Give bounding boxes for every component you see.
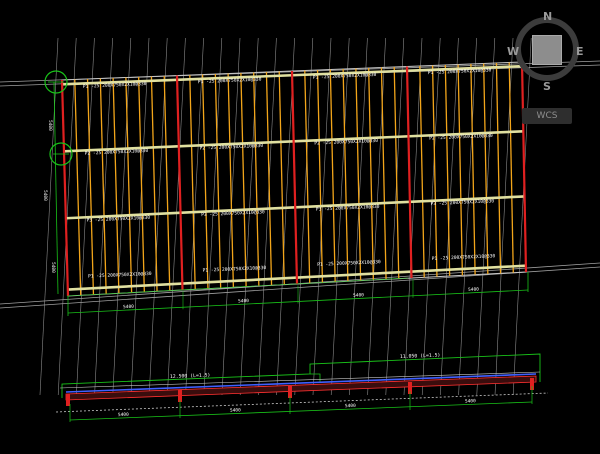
- drawing-canvas: P1 -25 200X750X2X10@330 P1 -25 200X750X2X…: [0, 37, 600, 422]
- joist: [380, 67, 387, 280]
- joist: [150, 76, 158, 292]
- joist: [393, 66, 400, 279]
- compass-east-label[interactable]: E: [576, 45, 584, 58]
- beam-label: P1 -25 200X750X2X10@330: [432, 253, 496, 262]
- joist: [214, 73, 222, 289]
- beam-label: P1 -25 200X750X2X10@330: [317, 259, 381, 268]
- joist: [163, 75, 171, 291]
- joist: [329, 69, 336, 283]
- grid-line: [312, 37, 332, 396]
- section-outline: [310, 373, 321, 382]
- viewcube[interactable]: [532, 35, 562, 65]
- grid-line: [421, 37, 441, 396]
- joist: [253, 72, 260, 287]
- joist: [265, 71, 273, 286]
- joist: [495, 62, 502, 274]
- compass-west-label[interactable]: W: [507, 45, 519, 58]
- section-dimension-label: 5400: [345, 403, 356, 409]
- joist: [278, 71, 285, 285]
- joist: [508, 62, 514, 273]
- compass-south-label[interactable]: S: [543, 80, 551, 93]
- grid-line: [440, 37, 459, 396]
- side-dimension-label: 5400: [47, 120, 53, 131]
- joist: [74, 79, 82, 296]
- joist: [444, 64, 451, 277]
- grid-line: [476, 37, 496, 396]
- grid-line: [349, 37, 368, 396]
- joist: [125, 77, 133, 293]
- section-dimension-label: 5400: [465, 398, 476, 404]
- joist: [470, 63, 476, 275]
- joist: [419, 65, 425, 278]
- girder: [520, 61, 528, 273]
- dimension-label: 5400: [353, 292, 364, 299]
- joist: [201, 74, 209, 289]
- girder: [290, 70, 299, 285]
- dimension-label: 5400: [238, 298, 249, 305]
- joist: [457, 64, 464, 276]
- section-column: [66, 394, 70, 406]
- side-dimension-label: 5400: [50, 262, 56, 273]
- girder: [405, 66, 413, 279]
- grid-line: [367, 37, 386, 396]
- beam-label: P1 -25 200X750X2X10@330: [203, 265, 267, 274]
- side-dimension-label: 5400: [42, 190, 48, 201]
- section-dimension-label: 5400: [230, 407, 241, 413]
- joist: [342, 68, 349, 282]
- framing-section: 540054005400540012.500 (L=1.5)11.050 (L=…: [55, 352, 549, 422]
- grid-line: [39, 37, 59, 396]
- dimension-label: 5400: [123, 304, 134, 311]
- beam-label: P1 -25 200X750X2X10@330: [88, 271, 152, 280]
- dimension-label: 5400: [468, 286, 479, 293]
- joist: [368, 67, 374, 281]
- section-dimension-label: 5400: [118, 412, 129, 418]
- grid-line: [294, 37, 314, 396]
- compass-north-label[interactable]: N: [543, 10, 552, 23]
- joist: [138, 76, 145, 293]
- section-dimension-line: [69, 401, 533, 421]
- ucs-button[interactable]: WCS: [522, 108, 572, 124]
- grid-line: [239, 37, 259, 396]
- cad-viewport[interactable]: P1 -25 200X750X2X10@330 P1 -25 200X750X2X…: [0, 0, 600, 450]
- joist: [112, 77, 120, 294]
- joist: [240, 72, 247, 287]
